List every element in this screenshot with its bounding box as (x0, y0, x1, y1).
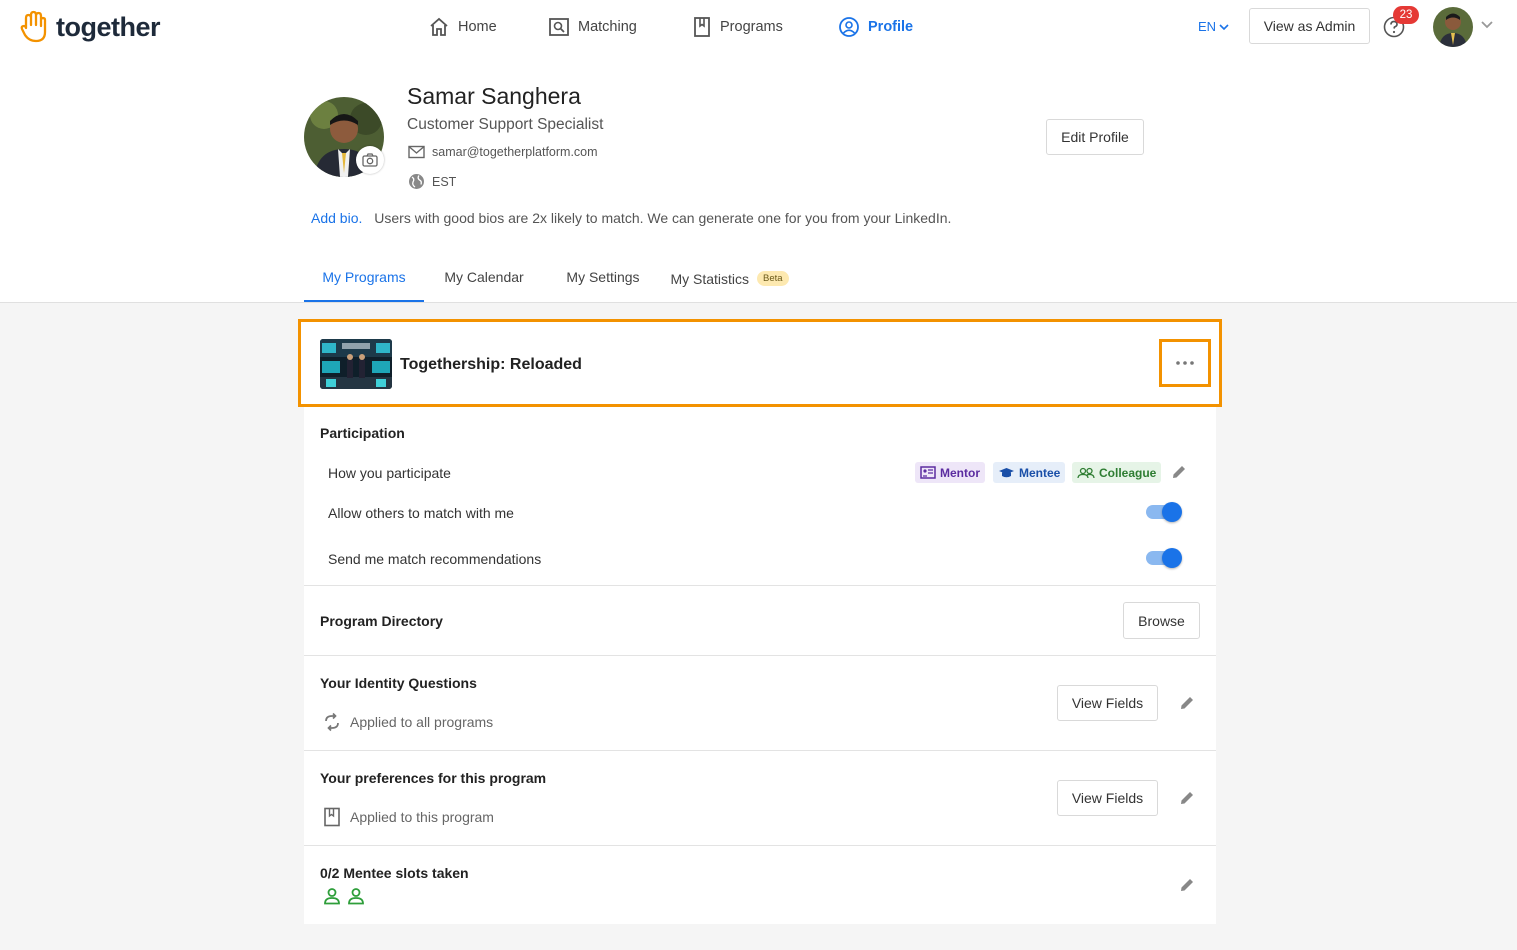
nav-profile[interactable]: Profile (838, 14, 948, 40)
tab-my-statistics-label: My Statistics (670, 271, 750, 287)
bio-hint: Users with good bios are 2x likely to ma… (374, 210, 952, 226)
role-mentee-label: Mentee (1019, 465, 1061, 480)
program-directory-heading: Program Directory (320, 613, 443, 629)
program-book-icon (324, 807, 340, 827)
section-divider (304, 845, 1216, 846)
profile-email: samar@togetherplatform.com (432, 145, 598, 159)
tab-my-programs[interactable]: My Programs (304, 258, 424, 302)
edit-identity-pencil-icon[interactable] (1178, 694, 1196, 712)
tab-my-statistics[interactable]: My Statistics Beta (662, 258, 797, 302)
allow-match-toggle[interactable] (1145, 501, 1183, 523)
profile-tabs: My Programs My Calendar My Settings My S… (304, 258, 797, 302)
edit-profile-button[interactable]: Edit Profile (1046, 119, 1144, 155)
hand-logo-icon (20, 10, 47, 43)
edit-slots-pencil-icon[interactable] (1178, 876, 1196, 894)
nav-profile-label: Profile (868, 19, 914, 35)
beta-badge: Beta (757, 271, 789, 286)
add-bio-link[interactable]: Add bio. (311, 210, 362, 226)
profile-email-row: samar@togetherplatform.com (408, 145, 598, 159)
camera-icon (362, 153, 378, 167)
profile-timezone-row: EST (408, 173, 456, 190)
section-divider (304, 750, 1216, 751)
role-chip-colleague: Colleague (1072, 462, 1162, 483)
nav-matching-label: Matching (578, 19, 637, 35)
profile-name: Samar Sanghera (407, 83, 581, 109)
tab-my-calendar[interactable]: My Calendar (424, 258, 544, 302)
logo-text: together (56, 11, 161, 42)
identity-view-fields-button[interactable]: View Fields (1057, 685, 1158, 721)
nav-programs[interactable]: Programs (692, 14, 838, 40)
nav-home-label: Home (458, 19, 497, 35)
empty-slot-person-icon (324, 888, 340, 905)
program-header: Togethership: Reloaded (298, 319, 1222, 407)
recommendations-toggle[interactable] (1145, 547, 1183, 569)
profile-timezone: EST (432, 174, 457, 189)
user-avatar[interactable] (1433, 7, 1473, 47)
edit-participation-pencil-icon[interactable] (1170, 463, 1188, 481)
change-photo-button[interactable] (356, 146, 384, 174)
globe-icon (409, 174, 424, 189)
colleague-icon (1077, 467, 1095, 478)
nav-programs-label: Programs (720, 19, 783, 35)
nav-matching[interactable]: Matching (548, 14, 692, 40)
bio-prompt: Add bio. Users with good bios are 2x lik… (311, 210, 951, 226)
mentee-slots-heading: 0/2 Mentee slots taken (320, 865, 469, 881)
sync-icon (325, 712, 339, 732)
program-card: Participation How you participate Mentor… (304, 406, 1216, 924)
how-you-participate-label: How you participate (328, 465, 451, 481)
empty-slot-person-icon (348, 888, 364, 905)
top-bar: together Home Matching Programs Profile … (0, 0, 1517, 56)
participation-heading: Participation (320, 425, 405, 441)
language-label: EN (1198, 19, 1217, 34)
mail-icon (408, 145, 425, 159)
role-chip-mentee: Mentee (993, 462, 1066, 483)
section-divider (304, 585, 1216, 586)
preferences-applied-row: Applied to this program (322, 807, 494, 827)
more-horizontal-icon (1176, 361, 1194, 365)
role-colleague-label: Colleague (1099, 465, 1157, 480)
main-nav: Home Matching Programs Profile (428, 14, 948, 40)
program-thumbnail (320, 339, 392, 389)
tab-my-settings[interactable]: My Settings (544, 258, 662, 302)
identity-applied-row: Applied to all programs (322, 712, 493, 732)
identity-applied-text: Applied to all programs (350, 714, 494, 730)
profile-icon (839, 17, 859, 37)
preferences-view-fields-button[interactable]: View Fields (1057, 780, 1158, 816)
profile-title: Customer Support Specialist (407, 116, 604, 133)
edit-preferences-pencil-icon[interactable] (1178, 789, 1196, 807)
identity-questions-heading: Your Identity Questions (320, 675, 477, 691)
notification-badge: 23 (1393, 6, 1419, 24)
program-title: Togethership: Reloaded (400, 356, 582, 373)
logo[interactable]: together (20, 10, 161, 44)
graduation-cap-icon (999, 467, 1014, 477)
recommendations-label: Send me match recommendations (328, 551, 542, 567)
chevron-down-icon (1219, 23, 1229, 30)
programs-icon (694, 17, 710, 37)
browse-button[interactable]: Browse (1123, 602, 1200, 639)
allow-match-label: Allow others to match with me (328, 505, 514, 521)
role-chip-mentor: Mentor (915, 462, 985, 483)
program-more-options-button[interactable] (1159, 339, 1211, 387)
home-icon (430, 17, 448, 36)
preferences-heading: Your preferences for this program (320, 770, 547, 786)
role-mentor-label: Mentor (940, 465, 980, 480)
account-chevron-down-icon[interactable] (1480, 20, 1494, 30)
preferences-applied-text: Applied to this program (350, 809, 494, 825)
matching-icon (549, 18, 569, 36)
nav-home[interactable]: Home (428, 14, 548, 40)
view-as-admin-button[interactable]: View as Admin (1249, 8, 1370, 44)
language-selector[interactable]: EN (1198, 19, 1229, 34)
section-divider (304, 655, 1216, 656)
mentor-icon (920, 466, 936, 479)
